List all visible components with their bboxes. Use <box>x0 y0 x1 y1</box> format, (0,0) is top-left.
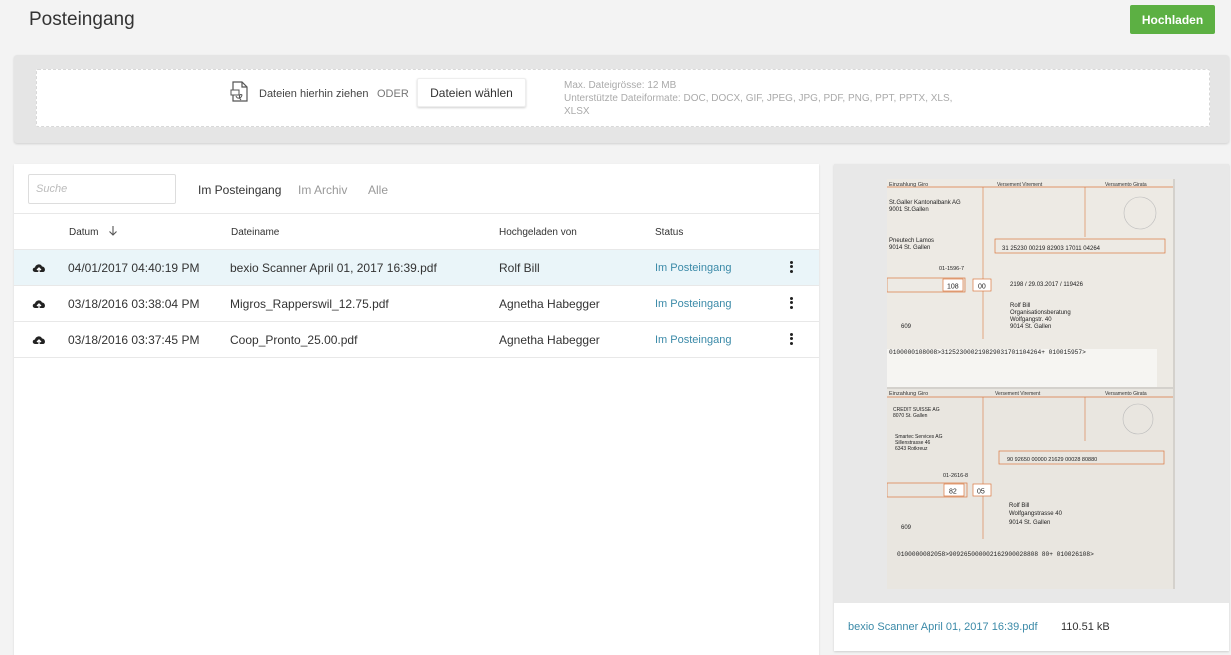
svg-text:00: 00 <box>978 284 986 291</box>
svg-text:9001 St.Gallen: 9001 St.Gallen <box>889 207 929 213</box>
cloud-upload-icon <box>32 264 45 273</box>
page-title: Posteingang <box>29 9 135 30</box>
svg-text:0100000108008>3125230002198290: 0100000108008>31252300021982903170110426… <box>889 349 1086 356</box>
svg-text:Einzahlung Giro: Einzahlung Giro <box>889 182 928 188</box>
table-header: Datum Dateiname Hochgeladen von Status <box>14 213 819 250</box>
sort-arrow-down-icon[interactable] <box>108 225 118 237</box>
preview-footer: bexio Scanner April 01, 2017 16:39.pdf 1… <box>834 603 1229 651</box>
row-date: 03/18/2016 03:38:04 PM <box>68 297 200 311</box>
row-uploaded-by: Agnetha Habegger <box>499 297 600 311</box>
upload-area: Dateien hierhin ziehen ODER Dateien wähl… <box>14 55 1229 143</box>
svg-text:8070 St. Gallen: 8070 St. Gallen <box>893 413 928 419</box>
upload-info: Max. Dateigrösse: 12 MB Unterstützte Dat… <box>564 79 984 118</box>
column-header-uploaded-by[interactable]: Hochgeladen von <box>499 227 577 238</box>
drag-text: Dateien hierhin ziehen <box>259 88 369 100</box>
row-filename: Migros_Rapperswil_12.75.pdf <box>230 297 389 311</box>
column-header-status[interactable]: Status <box>655 227 683 238</box>
row-filename: bexio Scanner April 01, 2017 16:39.pdf <box>230 261 437 275</box>
svg-text:609: 609 <box>901 324 912 330</box>
more-options-icon[interactable] <box>785 295 797 313</box>
column-header-filename[interactable]: Dateiname <box>231 227 279 238</box>
svg-text:6343 Rotkreuz: 6343 Rotkreuz <box>895 446 928 452</box>
svg-text:01-1596-7: 01-1596-7 <box>939 266 964 272</box>
svg-text:31 25230 00219 82903 17011 042: 31 25230 00219 82903 17011 04264 <box>1002 246 1101 252</box>
svg-text:Wolfgangstrasse 40: Wolfgangstrasse 40 <box>1009 511 1063 517</box>
tab-im-posteingang[interactable]: Im Posteingang <box>198 183 281 197</box>
file-pdf-icon <box>230 81 248 102</box>
svg-text:90 92650 00000 21629 0: 90 92650 00000 21629 00028 80880 <box>1007 457 1097 463</box>
or-text: ODER <box>377 88 409 100</box>
row-uploaded-by: Agnetha Habegger <box>499 333 600 347</box>
svg-text:2198 / 29.03.2017 / 119426: 2198 / 29.03.2017 / 119426 <box>1010 282 1084 288</box>
tab-im-archiv[interactable]: Im Archiv <box>298 183 347 197</box>
svg-text:Versamento Girata: Versamento Girata <box>1105 391 1147 397</box>
svg-text:609: 609 <box>901 525 912 531</box>
table-row[interactable]: 03/18/2016 03:38:04 PM Migros_Rapperswil… <box>14 286 819 322</box>
svg-text:St.Galler Kantonalbank AG: St.Galler Kantonalbank AG <box>889 200 961 206</box>
row-date: 03/18/2016 03:37:45 PM <box>68 333 200 347</box>
tab-alle[interactable]: Alle <box>368 183 388 197</box>
svg-text:Versamento Girata: Versamento Girata <box>1105 182 1147 188</box>
row-uploaded-by: Rolf Bill <box>499 261 540 275</box>
svg-text:Versement Virement: Versement Virement <box>995 391 1041 397</box>
row-status: Im Posteingang <box>655 298 732 310</box>
svg-text:Rolf Bill: Rolf Bill <box>1010 303 1030 309</box>
svg-text:Rolf Bill: Rolf Bill <box>1009 503 1029 509</box>
search-input[interactable] <box>28 174 176 204</box>
svg-text:82: 82 <box>949 489 957 496</box>
svg-text:Versement Virement: Versement Virement <box>997 182 1043 188</box>
svg-text:05: 05 <box>977 489 985 496</box>
svg-text:Organisationsberatung: Organisationsberatung <box>1010 310 1071 316</box>
document-list-panel: Im Posteingang Im Archiv Alle Datum Date… <box>14 164 819 655</box>
more-options-icon[interactable] <box>785 331 797 349</box>
scanned-document-preview[interactable]: Einzahlung Giro Versement Virement Versa… <box>887 179 1175 589</box>
cloud-upload-icon <box>32 300 45 309</box>
more-options-icon[interactable] <box>785 259 797 277</box>
choose-files-button[interactable]: Dateien wählen <box>417 78 526 107</box>
svg-text:Pneutech Lamos: Pneutech Lamos <box>889 238 934 244</box>
row-status: Im Posteingang <box>655 334 732 346</box>
column-header-date[interactable]: Datum <box>69 227 98 238</box>
preview-filename-link[interactable]: bexio Scanner April 01, 2017 16:39.pdf <box>848 621 1038 633</box>
table-row[interactable]: 03/18/2016 03:37:45 PM Coop_Pronto_25.00… <box>14 322 819 358</box>
svg-text:108: 108 <box>947 284 959 291</box>
formats-text: Unterstützte Dateiformate: DOC, DOCX, GI… <box>564 93 953 104</box>
row-filename: Coop_Pronto_25.00.pdf <box>230 333 358 347</box>
svg-text:Wolfgangstr. 40: Wolfgangstr. 40 <box>1010 317 1052 323</box>
svg-text:9014 St. Gallen: 9014 St. Gallen <box>1009 520 1050 526</box>
max-size-text: Max. Dateigrösse: 12 MB <box>564 80 677 91</box>
table-row[interactable]: 04/01/2017 04:40:19 PM bexio Scanner Apr… <box>14 250 819 286</box>
preview-panel: Einzahlung Giro Versement Virement Versa… <box>834 164 1229 651</box>
svg-text:01-2616-8: 01-2616-8 <box>943 473 968 479</box>
dropzone[interactable]: Dateien hierhin ziehen ODER Dateien wähl… <box>36 69 1210 127</box>
preview-filesize: 110.51 kB <box>1061 621 1110 633</box>
svg-text:0100000082058>9092650000021629: 0100000082058>909265000002162900028808 8… <box>897 551 1094 558</box>
row-status: Im Posteingang <box>655 262 732 274</box>
formats-text-cont: XLSX <box>564 106 590 117</box>
upload-button[interactable]: Hochladen <box>1130 5 1215 34</box>
row-date: 04/01/2017 04:40:19 PM <box>68 261 200 275</box>
cloud-upload-icon <box>32 336 45 345</box>
svg-text:9014 St. Gallen: 9014 St. Gallen <box>1010 324 1051 330</box>
svg-text:9014 St. Gallen: 9014 St. Gallen <box>889 245 930 251</box>
svg-text:Einzahlung Giro: Einzahlung Giro <box>889 391 928 397</box>
